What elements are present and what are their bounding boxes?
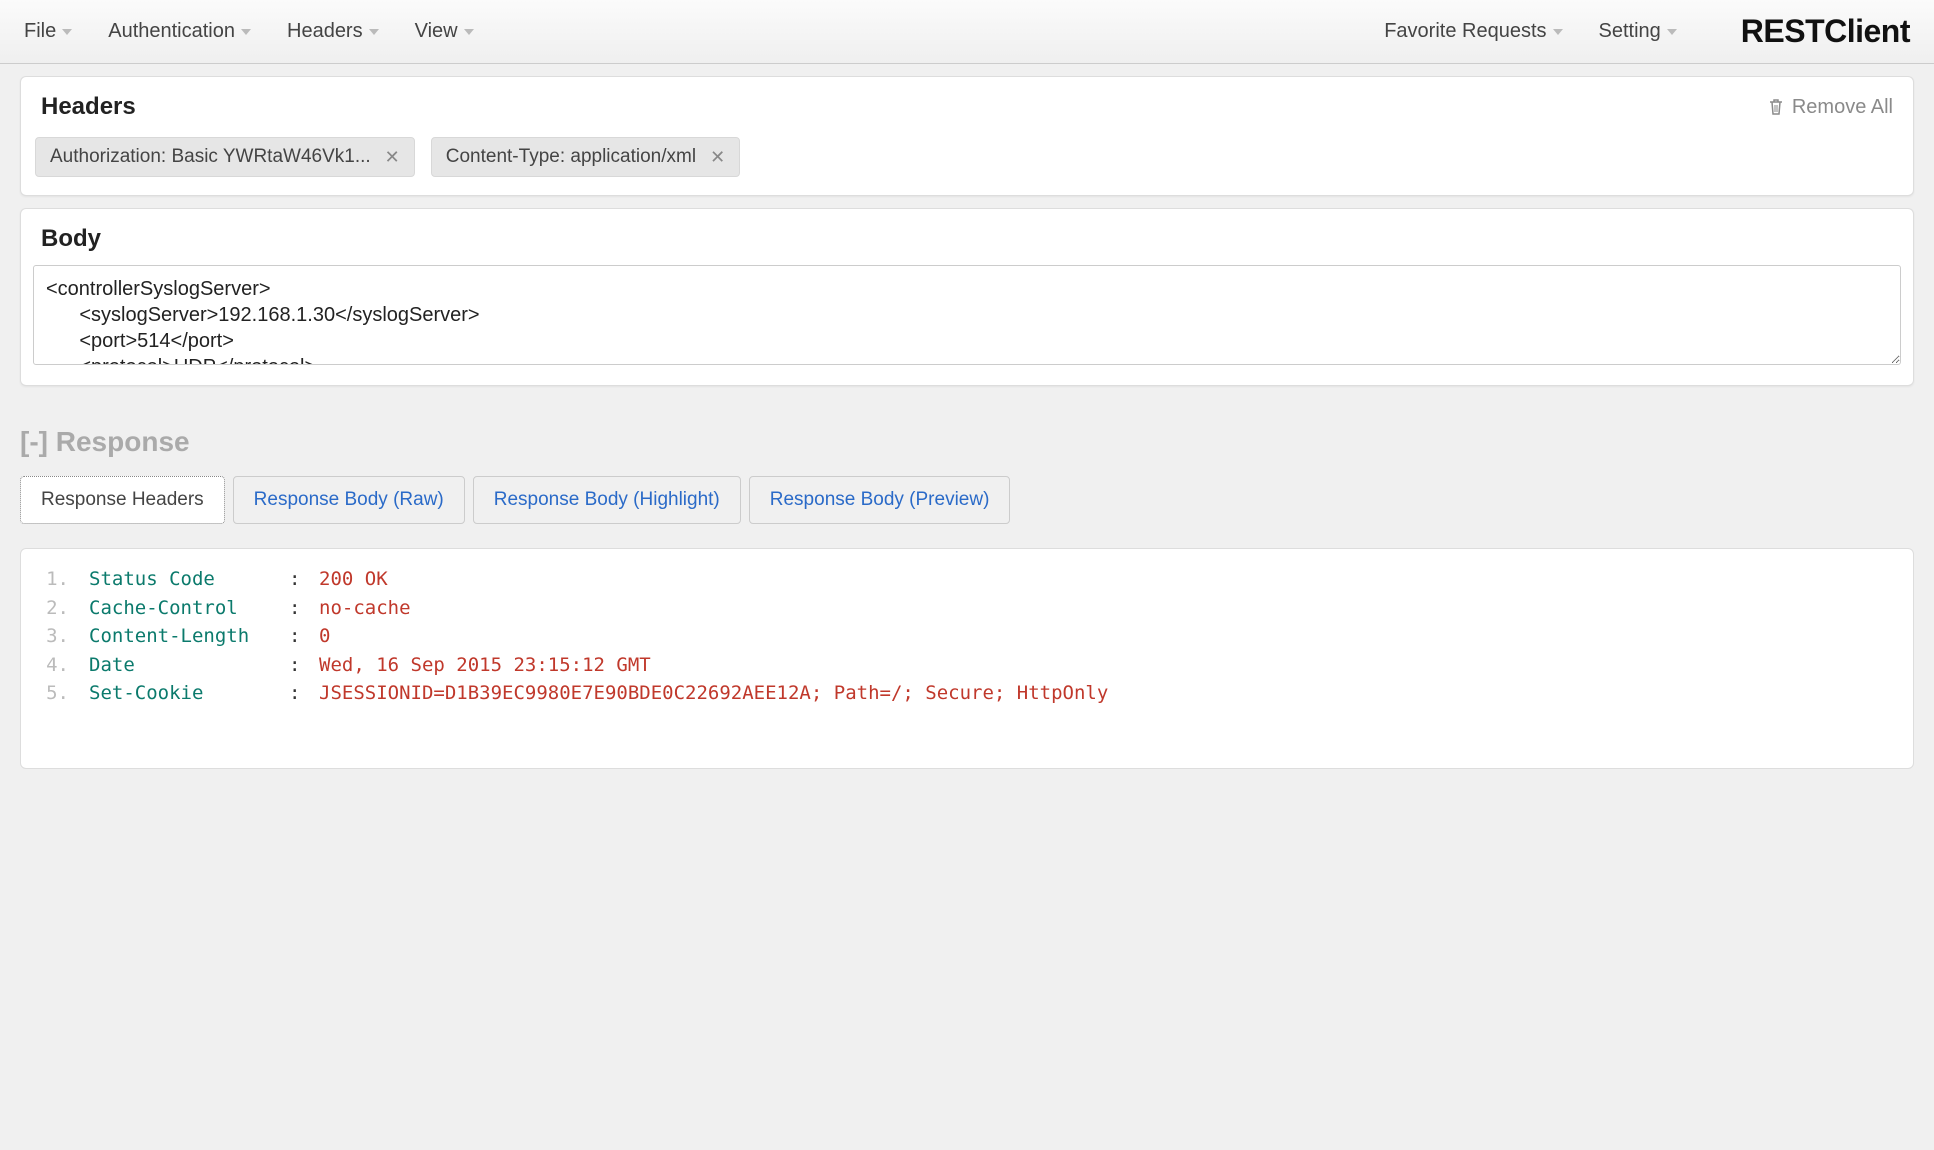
- header-key: Status Code: [89, 565, 289, 594]
- chip-label: Authorization: Basic YWRtaW46Vk1...: [50, 146, 371, 168]
- line-number: 4.: [41, 651, 89, 680]
- caret-icon: [1667, 29, 1677, 35]
- body-panel-title: Body: [41, 225, 101, 253]
- menu-setting-label: Setting: [1599, 20, 1661, 43]
- menu-setting[interactable]: Setting: [1599, 20, 1677, 43]
- menu-left: File Authentication Headers View: [24, 20, 474, 43]
- header-value: no-cache: [319, 594, 411, 623]
- headers-panel: Headers Remove All Authorization: Basic …: [20, 76, 1914, 196]
- header-colon: :: [289, 622, 319, 651]
- response-collapse-toggle[interactable]: [-]: [20, 426, 48, 457]
- header-key: Date: [89, 651, 289, 680]
- tab-response-headers[interactable]: Response Headers: [20, 476, 225, 524]
- response-header-line: 2. Cache-Control : no-cache: [41, 594, 1893, 623]
- tab-response-body-preview[interactable]: Response Body (Preview): [749, 476, 1011, 524]
- header-value: Wed, 16 Sep 2015 23:15:12 GMT: [319, 651, 651, 680]
- caret-icon: [241, 29, 251, 35]
- menu-headers-label: Headers: [287, 20, 363, 43]
- header-chips: Authorization: Basic YWRtaW46Vk1... ✕ Co…: [21, 133, 1913, 195]
- tab-response-body-raw[interactable]: Response Body (Raw): [233, 476, 465, 524]
- menu-view[interactable]: View: [415, 20, 474, 43]
- response-header-line: 5. Set-Cookie : JSESSIONID=D1B39EC9980E7…: [41, 679, 1893, 708]
- header-value: JSESSIONID=D1B39EC9980E7E90BDE0C22692AEE…: [319, 679, 1108, 708]
- response-title: [-] Response: [20, 426, 1914, 458]
- chip-remove-icon[interactable]: ✕: [710, 147, 725, 168]
- response-section: [-] Response Response Headers Response B…: [20, 426, 1914, 769]
- caret-icon: [1553, 29, 1563, 35]
- menu-authentication[interactable]: Authentication: [108, 20, 251, 43]
- chip-label: Content-Type: application/xml: [446, 146, 696, 168]
- menu-file[interactable]: File: [24, 20, 72, 43]
- caret-icon: [62, 29, 72, 35]
- line-number: 2.: [41, 594, 89, 623]
- remove-all-button[interactable]: Remove All: [1768, 96, 1893, 119]
- tab-response-body-highlight[interactable]: Response Body (Highlight): [473, 476, 741, 524]
- headers-panel-header: Headers Remove All: [21, 77, 1913, 133]
- response-header-line: 3. Content-Length : 0: [41, 622, 1893, 651]
- header-value: 0: [319, 622, 330, 651]
- menu-favorite-requests[interactable]: Favorite Requests: [1384, 20, 1562, 43]
- body-panel-header: Body: [21, 209, 1913, 265]
- header-colon: :: [289, 594, 319, 623]
- header-value: 200 OK: [319, 565, 388, 594]
- header-chip-authorization[interactable]: Authorization: Basic YWRtaW46Vk1... ✕: [35, 137, 415, 177]
- header-chip-content-type[interactable]: Content-Type: application/xml ✕: [431, 137, 740, 177]
- brand-title: RESTClient: [1741, 13, 1910, 50]
- body-panel: Body: [20, 208, 1914, 386]
- response-output: 1. Status Code : 200 OK 2. Cache-Control…: [20, 548, 1914, 769]
- line-number: 3.: [41, 622, 89, 651]
- response-header-line: 4. Date : Wed, 16 Sep 2015 23:15:12 GMT: [41, 651, 1893, 680]
- menu-fav-label: Favorite Requests: [1384, 20, 1546, 43]
- response-tabs: Response Headers Response Body (Raw) Res…: [20, 476, 1914, 524]
- response-title-label: Response: [56, 426, 190, 457]
- line-number: 1.: [41, 565, 89, 594]
- menu-auth-label: Authentication: [108, 20, 235, 43]
- caret-icon: [369, 29, 379, 35]
- caret-icon: [464, 29, 474, 35]
- headers-panel-title: Headers: [41, 93, 136, 121]
- body-textarea[interactable]: [33, 265, 1901, 365]
- header-colon: :: [289, 679, 319, 708]
- menu-right: Favorite Requests Setting RESTClient: [1384, 13, 1910, 50]
- line-number: 5.: [41, 679, 89, 708]
- top-menu-bar: File Authentication Headers View Favorit…: [0, 0, 1934, 64]
- menu-view-label: View: [415, 20, 458, 43]
- header-colon: :: [289, 651, 319, 680]
- header-key: Set-Cookie: [89, 679, 289, 708]
- trash-icon: [1768, 98, 1784, 116]
- menu-headers[interactable]: Headers: [287, 20, 379, 43]
- remove-all-label: Remove All: [1792, 96, 1893, 119]
- response-header-line: 1. Status Code : 200 OK: [41, 565, 1893, 594]
- menu-file-label: File: [24, 20, 56, 43]
- header-key: Content-Length: [89, 622, 289, 651]
- chip-remove-icon[interactable]: ✕: [385, 147, 400, 168]
- header-key: Cache-Control: [89, 594, 289, 623]
- header-colon: :: [289, 565, 319, 594]
